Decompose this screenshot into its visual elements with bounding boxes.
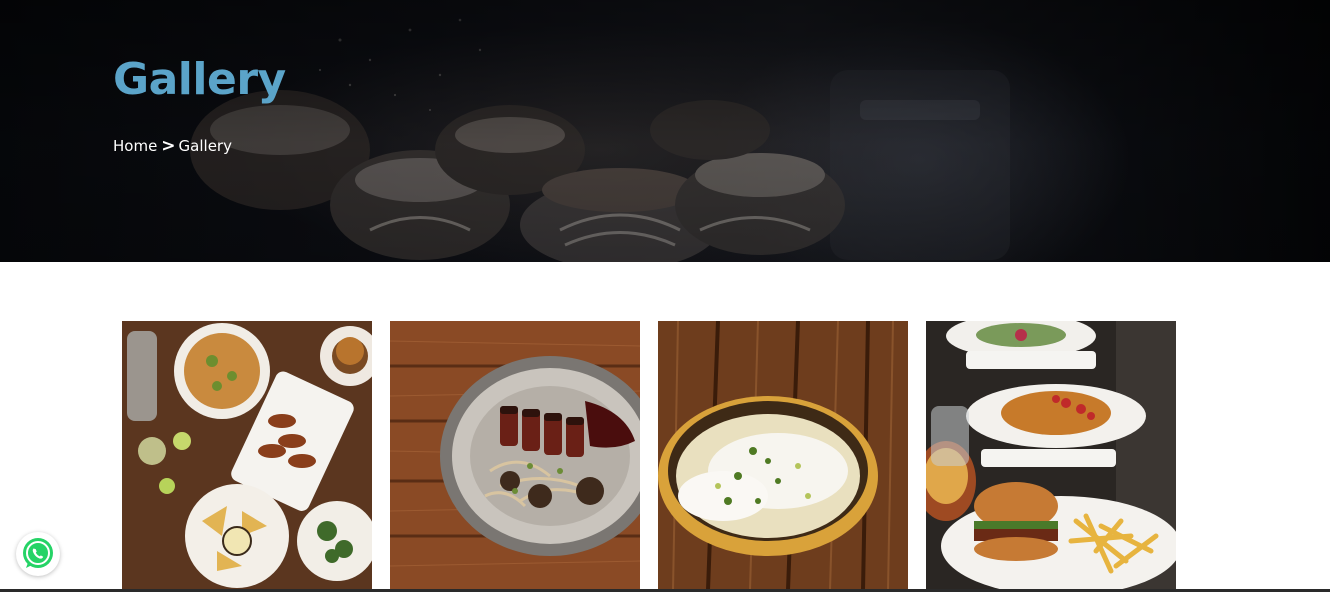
gallery-image-3[interactable] [658,321,908,590]
breadcrumb-current: Gallery [178,137,232,155]
hero-overlay [0,0,1330,262]
gallery-image-2[interactable] [390,321,640,590]
page-hero: Gallery Home > Gallery [0,0,1330,262]
page-title: Gallery [113,54,286,105]
breadcrumb-separator: > [161,136,176,156]
gallery-grid [122,321,1176,590]
whatsapp-icon [23,538,53,568]
gallery-image-1[interactable] [122,321,372,590]
breadcrumb-home-link[interactable]: Home [113,136,157,156]
gallery-image-4[interactable] [926,321,1176,590]
whatsapp-chat-button[interactable] [16,532,60,576]
breadcrumb: Home > Gallery [113,136,232,156]
